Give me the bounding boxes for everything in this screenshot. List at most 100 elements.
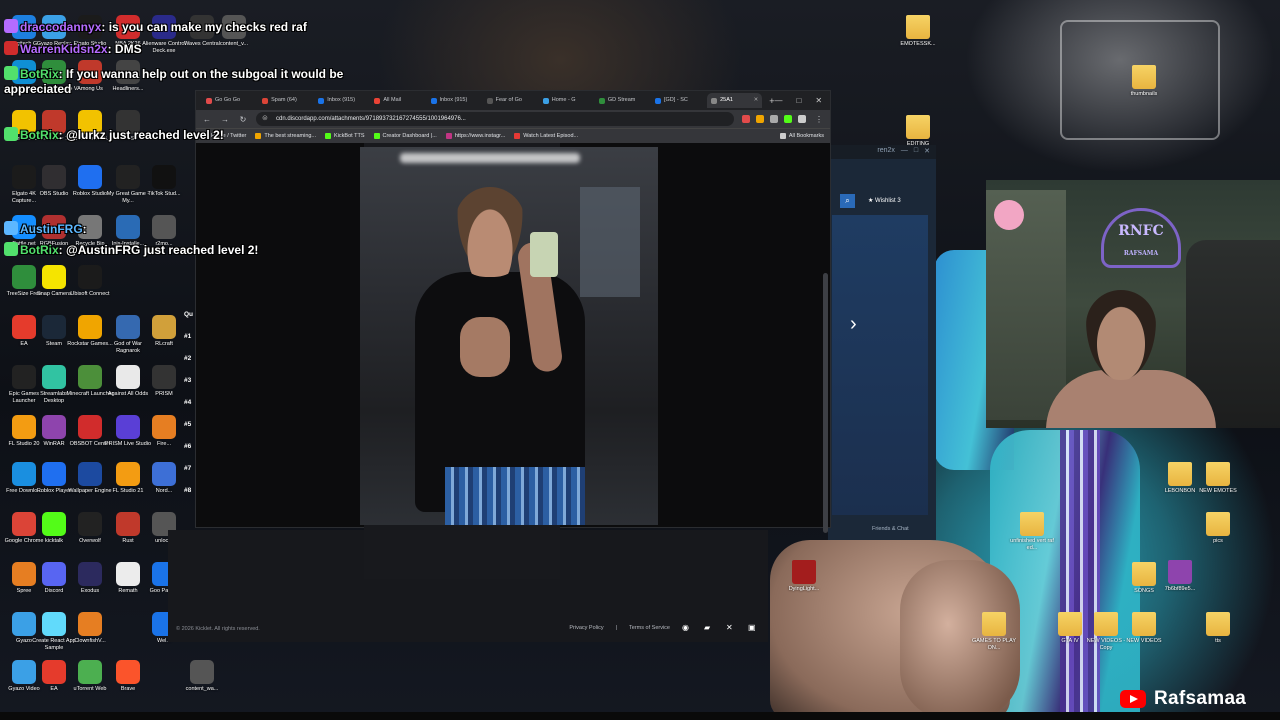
steam-search-icon[interactable]: ⌕ — [840, 194, 855, 208]
desktop-icon[interactable]: content_wa... — [178, 660, 226, 693]
x-twitter-icon[interactable]: ✕ — [726, 624, 736, 632]
rank-label: Qu — [184, 311, 194, 318]
extension-icon[interactable] — [756, 115, 764, 123]
close-tab-icon[interactable]: ✕ — [754, 93, 759, 108]
bookmark-item[interactable]: Watch Latest Episod... — [514, 133, 578, 139]
kick-icon[interactable]: ▰ — [704, 624, 714, 632]
desktop-icon[interactable]: PRISM — [140, 365, 188, 398]
extension-icon[interactable] — [742, 115, 750, 123]
ceiling-light — [400, 153, 580, 163]
desktop-icon-label: EMOTESSK... — [900, 41, 936, 47]
forward-icon[interactable]: → — [220, 115, 230, 124]
bookmark-item[interactable]: KickBot TTS — [325, 133, 365, 139]
menu-icon[interactable]: ⋮ — [814, 115, 824, 124]
folder-icon — [1206, 462, 1230, 486]
desktop-folder-icon[interactable]: DyingLight... — [780, 560, 828, 593]
document-icon[interactable]: ▣ — [748, 624, 758, 632]
maximize-icon[interactable]: □ — [797, 96, 802, 105]
bookmark-item[interactable]: The best streaming... — [255, 133, 316, 139]
app-icon — [116, 462, 140, 486]
desktop-icon[interactable]: Fire... — [140, 415, 188, 448]
desktop-folder-icon[interactable]: NEW VIDEOS — [1120, 612, 1168, 645]
steam-maximize-button[interactable]: □ — [914, 147, 918, 157]
app-icon — [116, 415, 140, 439]
desktop-icon-label: NEW VIDEOS — [1126, 638, 1162, 644]
desktop-icon[interactable]: Nord... — [140, 462, 188, 495]
desktop-icon-label: thumbnails — [1130, 91, 1158, 97]
browser-tab[interactable]: 25A1 ✕ — [707, 93, 763, 108]
browser-tab[interactable]: [GD] - SC — [651, 93, 706, 108]
folder-icon — [1058, 612, 1082, 636]
desktop-icon[interactable]: ClownfishV... — [66, 612, 114, 645]
page-scrollbar[interactable] — [823, 273, 828, 533]
desktop-icon[interactable]: TikTok Stud... — [140, 165, 188, 198]
footer-separator: | — [615, 625, 618, 631]
app-icon — [116, 365, 140, 389]
chat-username: BotRix — [20, 67, 59, 81]
site-info-icon[interactable]: ⊜ — [262, 112, 268, 126]
tab-label: 25A1 — [720, 97, 733, 103]
desktop-folder-icon[interactable]: unfinished vert raf ed... — [1008, 512, 1056, 551]
tab-label: [GD] - SC — [664, 97, 688, 103]
rank-label: #1 — [184, 333, 192, 340]
folder-icon — [1168, 462, 1192, 486]
browser-tab[interactable]: Inbox (915) — [314, 93, 369, 108]
desktop-folder-icon[interactable]: NEW EMOTES — [1194, 462, 1242, 495]
browser-tab[interactable]: Home - G — [539, 93, 594, 108]
browser-tab[interactable]: Spam (64) — [258, 93, 313, 108]
extension-icon[interactable] — [770, 115, 778, 123]
all-bookmarks-button[interactable]: All Bookmarks — [779, 133, 824, 139]
address-bar[interactable]: ⊜ cdn.discordapp.com/attachments/9718937… — [256, 112, 734, 126]
browser-tab[interactable]: Fear of Go — [483, 93, 538, 108]
desktop-folder-icon[interactable]: tts — [1194, 612, 1242, 645]
extension-icon[interactable] — [784, 115, 792, 123]
steam-close-button[interactable]: ✕ — [924, 147, 930, 157]
discord-icon[interactable]: ◉ — [682, 624, 692, 632]
app-icon — [116, 512, 140, 536]
terms-of-service-link[interactable]: Terms of Service — [629, 625, 670, 631]
app-icon — [42, 415, 66, 439]
steam-username-fragment: ren2x — [877, 147, 895, 154]
privacy-policy-link[interactable]: Privacy Policy — [569, 625, 603, 631]
bookmark-item[interactable]: https://www.instagr... — [445, 133, 505, 139]
browser-tab[interactable]: GD Stream — [595, 93, 650, 108]
address-url: cdn.discordapp.com/attachments/971893732… — [276, 116, 466, 122]
bookmark-item[interactable]: Creator Dashboard |... — [373, 133, 437, 139]
desktop-folder-icon[interactable]: EMOTESSK... — [894, 15, 942, 48]
back-icon[interactable]: ← — [202, 115, 212, 124]
desktop-folder-icon[interactable]: thumbnails — [1120, 65, 1168, 98]
steam-carousel-next-icon[interactable]: › — [850, 313, 857, 336]
steam-wishlist-button[interactable]: ★ Wishlist 3 — [868, 197, 901, 204]
page-viewport: Qu #1 #2 #3 #4 #5 #6 #7 #8 — [184, 143, 830, 579]
tab-label: Fear of Go — [495, 97, 522, 103]
desktop-folder-icon[interactable]: 7b6bf89e5... — [1156, 560, 1204, 593]
steam-friends-chat-button[interactable]: Friends & Chat — [872, 526, 909, 532]
browser-tab[interactable]: Inbox (915) — [427, 93, 482, 108]
neon-sign-subtext: RAFSAMA — [1123, 250, 1159, 257]
desktop-folder-icon[interactable]: EDITING — [894, 115, 942, 148]
gym-window — [580, 187, 640, 297]
app-icon — [78, 660, 102, 684]
steam-minimize-button[interactable]: — — [901, 147, 908, 157]
browser-tab[interactable]: All Mail — [370, 93, 425, 108]
chat-text: : @AustinFRG just reached level 2! — [58, 243, 259, 257]
desktop-icon[interactable]: Brave — [104, 660, 152, 693]
app-icon — [42, 365, 66, 389]
minimize-icon[interactable]: — — [775, 96, 783, 105]
desktop-icon-label: RLcraft — [155, 341, 173, 347]
steam-window[interactable]: ren2x — □ ✕ ⌕ ★ Wishlist 3 › Friends & C… — [828, 145, 936, 540]
desktop-icon[interactable]: Ubisoft Connect — [66, 265, 114, 298]
desktop-icon[interactable]: RLcraft — [140, 315, 188, 348]
desktop-folder-icon[interactable]: pics — [1194, 512, 1242, 545]
folder-icon — [779, 133, 786, 139]
browser-tab[interactable]: Go Go Go — [202, 93, 257, 108]
desktop-folder-icon[interactable]: GAMES TO PLAY ON... — [970, 612, 1018, 651]
rank-label: #8 — [184, 487, 192, 494]
discord-attachment-image[interactable] — [360, 147, 658, 525]
desktop-icon-label: unfinished vert raf ed... — [1010, 538, 1054, 551]
close-icon[interactable]: ✕ — [815, 96, 822, 105]
chat-text: : DMS — [107, 42, 142, 56]
kicklet-copyright: © 2026 Kicklet. All rights reserved. — [176, 626, 260, 632]
reload-icon[interactable]: ↻ — [238, 115, 248, 124]
puzzle-icon[interactable] — [798, 115, 806, 123]
